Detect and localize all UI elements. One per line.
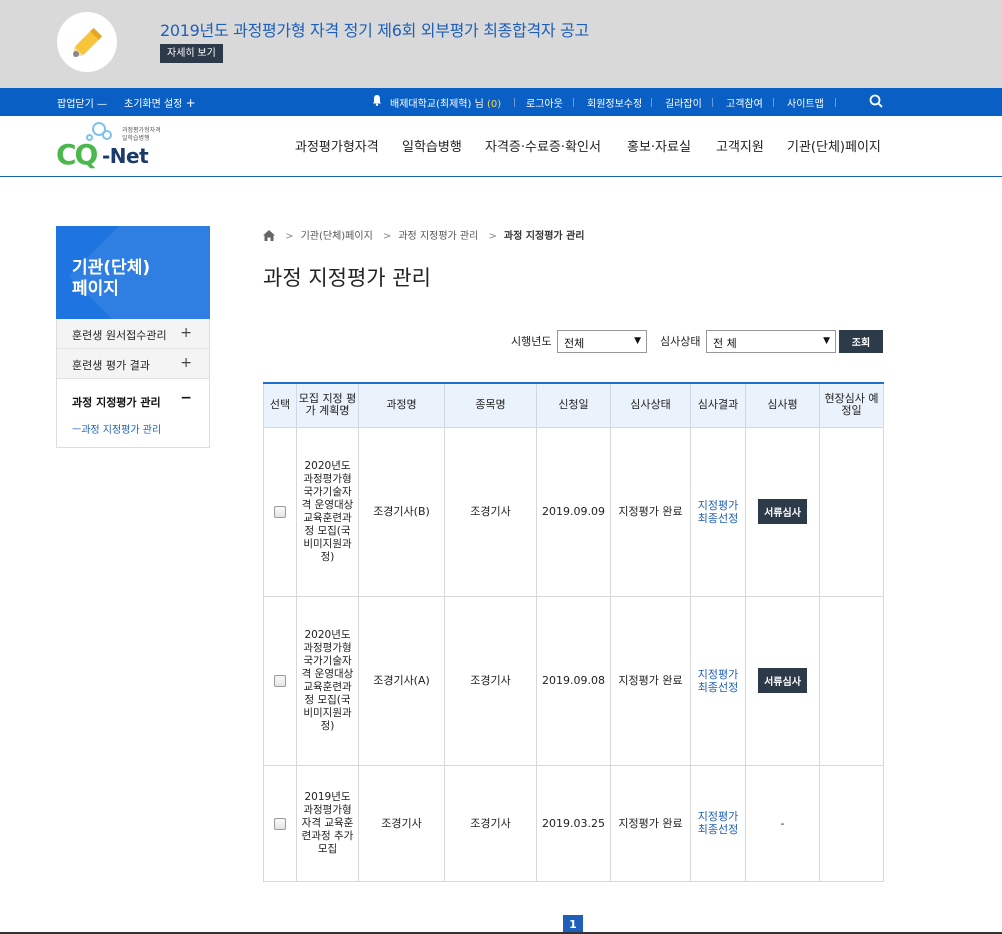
plan-name: 2019년도 과정평가형 자격 교육훈련과정 추가 모집: [296, 764, 359, 882]
side-submenu-designation[interactable]: ㅡ과정 지정평가 관리: [72, 421, 161, 436]
review-status: 지정평가 완료: [610, 595, 691, 766]
site-date: [819, 426, 884, 597]
breadcrumb-current: 과정 지정평가 관리: [503, 231, 585, 242]
result-link[interactable]: 지정평가 최종선정: [698, 499, 738, 525]
status-select[interactable]: 전 체 ▼: [706, 330, 836, 353]
participation-link[interactable]: 고객참여: [726, 95, 763, 110]
page-title: 과정 지정평가 관리: [263, 266, 431, 290]
col-plan: 모집 지정 평가 계획명: [296, 382, 359, 428]
review-status: 지정평가 완료: [610, 764, 691, 882]
lnb-title: 기관(단체) 페이지: [56, 226, 210, 319]
utility-bar: 팝업닫기 — 초기화면 설정 + 배제대학교(최제혁) 님 (0) 로그아웃 회…: [0, 88, 1002, 116]
gnb-course-qualification[interactable]: 과정평가형자격: [295, 136, 379, 155]
status-label: 심사상태: [660, 335, 701, 348]
dropdown-arrow-icon: ▼: [634, 336, 641, 346]
plan-name: 2020년도 과정평가형 국가기술자격 운영대상 교육훈련과정 모집(국비미지원…: [296, 595, 359, 766]
review-button[interactable]: 서류심사: [758, 499, 807, 524]
popup-detail-button[interactable]: 자세히 보기: [160, 44, 223, 63]
row-checkbox[interactable]: [274, 817, 286, 830]
table-row: 2020년도 과정평가형 국가기술자격 운영대상 교육훈련과정 모집(국비미지원…: [263, 426, 884, 597]
side-menu-application[interactable]: 훈련생 원서접수관리 +: [57, 319, 209, 349]
col-select: 선택: [263, 382, 297, 428]
side-menu-results[interactable]: 훈련생 평가 결과 +: [57, 349, 209, 379]
col-item: 종목명: [444, 382, 537, 428]
pencil-icon: [57, 12, 117, 72]
table-row: 2020년도 과정평가형 국가기술자격 운영대상 교육훈련과정 모집(국비미지원…: [263, 595, 884, 766]
search-icon[interactable]: [869, 94, 883, 111]
close-popup-toggle[interactable]: 팝업닫기 —: [57, 95, 107, 110]
col-date: 신청일: [536, 382, 611, 428]
site-header: 과정평가형자격 일학습병행 CQ -Net 과정평가형자격 일학습병행 자격증·…: [0, 116, 1002, 177]
bell-icon: [372, 94, 382, 109]
side-menu: 훈련생 원서접수관리 + 훈련생 평가 결과 + 과정 지정평가 관리 − ㅡ과정 지…: [56, 319, 210, 448]
logout-link[interactable]: 로그아웃: [526, 95, 563, 110]
side-menu-designation[interactable]: 과정 지정평가 관리 − ㅡ과정 지정평가 관리: [57, 381, 209, 447]
gnb-certificates[interactable]: 자격증·수료증·확인서: [485, 136, 601, 155]
review-empty: -: [745, 764, 820, 882]
dropdown-arrow-icon: ▼: [823, 336, 830, 346]
edit-info-link[interactable]: 회원정보수정: [587, 95, 642, 110]
sitemap-link[interactable]: 사이트맵: [787, 95, 824, 110]
gnb-promotion[interactable]: 홍보·자료실: [627, 136, 691, 155]
year-select[interactable]: 전체 ▼: [557, 330, 647, 353]
user-greeting: 배제대학교(최제혁) 님 (0): [390, 99, 502, 110]
course-name: 조경기사(B): [358, 426, 445, 597]
guide-link[interactable]: 길라잡이: [665, 95, 702, 110]
apply-date: 2019.09.08: [536, 595, 611, 766]
popup-title[interactable]: 2019년도 과정평가형 자격 정기 제6회 외부평가 최종합격자 공고: [160, 17, 589, 41]
notice-popup: 2019년도 과정평가형 자격 정기 제6회 외부평가 최종합격자 공고 자세히…: [0, 0, 1002, 88]
table-row: 2019년도 과정평가형 자격 교육훈련과정 추가 모집 조경기사 조경기사 2…: [263, 764, 884, 882]
item-name: 조경기사: [444, 595, 537, 766]
breadcrumb: > 기관(단체)페이지 > 과정 지정평가 관리 > 과정 지정평가 관리: [263, 227, 584, 244]
course-name: 조경기사: [358, 764, 445, 882]
course-name: 조경기사(A): [358, 595, 445, 766]
item-name: 조경기사: [444, 764, 537, 882]
apply-date: 2019.09.09: [536, 426, 611, 597]
col-site-date: 현장심사 예정일: [819, 382, 884, 428]
col-result: 심사결과: [690, 382, 746, 428]
year-label: 시행년도: [511, 335, 552, 348]
gnb-institution-page[interactable]: 기관(단체)페이지: [787, 136, 881, 155]
review-button[interactable]: 서류심사: [758, 668, 807, 693]
apply-date: 2019.03.25: [536, 764, 611, 882]
designation-table: 선택 모집 지정 평가 계획명 과정명 종목명 신청일 심사상태 심사결과 심사…: [263, 382, 884, 882]
home-icon[interactable]: [263, 230, 275, 244]
result-link[interactable]: 지정평가 최종선정: [698, 810, 738, 836]
home-setting-link[interactable]: 초기화면 설정 +: [124, 95, 196, 110]
col-review: 심사평: [745, 382, 820, 428]
gnb-work-learning[interactable]: 일학습병행: [402, 136, 462, 155]
breadcrumb-item[interactable]: 기관(단체)페이지: [301, 231, 373, 242]
site-date: [819, 764, 884, 882]
site-date: [819, 595, 884, 766]
plan-name: 2020년도 과정평가형 국가기술자격 운영대상 교육훈련과정 모집(국비미지원…: [296, 426, 359, 597]
result-link[interactable]: 지정평가 최종선정: [698, 668, 738, 694]
item-name: 조경기사: [444, 426, 537, 597]
cqnet-logo[interactable]: 과정평가형자격 일학습병행 CQ -Net: [56, 120, 176, 172]
search-button[interactable]: 조회: [839, 330, 883, 353]
gnb-support[interactable]: 고객지원: [716, 136, 764, 155]
breadcrumb-item[interactable]: 과정 지정평가 관리: [398, 231, 478, 242]
row-checkbox[interactable]: [274, 506, 286, 518]
row-checkbox[interactable]: [274, 675, 286, 687]
col-course: 과정명: [358, 382, 445, 428]
review-status: 지정평가 완료: [610, 426, 691, 597]
col-status: 심사상태: [610, 382, 691, 428]
